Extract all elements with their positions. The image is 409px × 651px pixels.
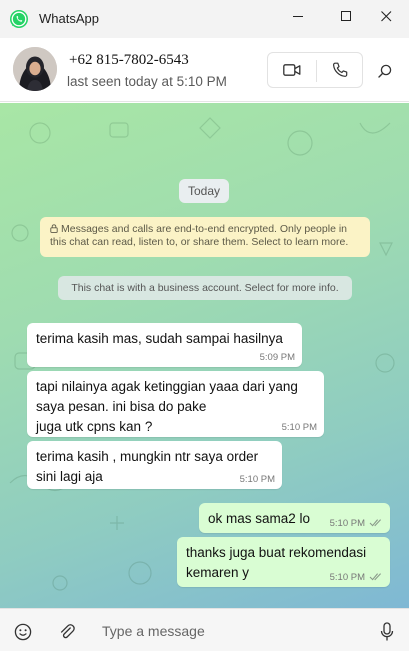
video-call-icon (283, 64, 301, 76)
message-time: 5:09 PM (259, 352, 295, 363)
read-ticks-icon (369, 573, 382, 581)
search-icon (378, 64, 392, 78)
business-account-notice[interactable]: This chat is with a business account. Se… (58, 276, 352, 300)
message-bubble-outgoing[interactable]: thanks juga buat rekomendasi kemaren y 5… (177, 537, 390, 587)
attach-button[interactable] (57, 622, 77, 642)
close-button[interactable] (363, 0, 409, 32)
message-time: 5:10 PM (239, 474, 275, 485)
chat-area[interactable]: Today Messages and calls are end-to-end … (0, 103, 409, 608)
message-text: ok mas sama2 lo (208, 511, 311, 526)
lock-icon (50, 224, 58, 233)
whatsapp-logo-icon (10, 10, 28, 28)
attach-icon (60, 624, 75, 639)
microphone-button[interactable] (378, 622, 396, 642)
microphone-icon (380, 622, 394, 641)
avatar[interactable] (13, 47, 57, 91)
encryption-notice-text: Messages and calls are end-to-end encryp… (50, 223, 349, 248)
read-ticks-icon (369, 519, 382, 527)
emoji-button[interactable] (13, 622, 33, 642)
voice-call-icon (333, 62, 348, 77)
message-text: terima kasih , mungkin ntr saya order si… (36, 449, 259, 484)
message-bubble-incoming[interactable]: terima kasih , mungkin ntr saya order si… (27, 441, 282, 489)
maximize-icon (340, 10, 351, 21)
emoji-icon (14, 623, 32, 641)
message-bubble-incoming[interactable]: terima kasih mas, sudah sampai hasilnya … (27, 323, 302, 367)
date-chip: Today (179, 179, 229, 203)
avatar-image (13, 47, 57, 91)
message-time: 5:10 PM (329, 572, 365, 583)
message-composer (0, 608, 409, 651)
chat-header: +62 815-7802-6543 last seen today at 5:1… (0, 38, 409, 102)
message-input[interactable] (96, 618, 356, 644)
message-text: terima kasih mas, sudah sampai hasilnya (36, 331, 283, 346)
minimize-button[interactable] (275, 0, 321, 32)
message-meta: 5:10 PM (330, 518, 383, 529)
title-bar: WhatsApp (0, 0, 409, 38)
message-time: 5:10 PM (329, 518, 365, 529)
call-buttons-group (267, 52, 363, 88)
message-meta: 5:10 PM (330, 572, 383, 583)
search-button[interactable] (374, 60, 396, 82)
message-bubble-incoming[interactable]: tapi nilainya agak ketinggian yaaa dari … (27, 371, 324, 437)
voice-call-button[interactable] (317, 53, 363, 87)
message-text: tapi nilainya agak ketinggian yaaa dari … (36, 379, 298, 434)
app-title: WhatsApp (39, 11, 99, 26)
minimize-icon (292, 15, 303, 17)
video-call-button[interactable] (268, 53, 316, 87)
message-bubble-outgoing[interactable]: ok mas sama2 lo 5:10 PM (199, 503, 390, 533)
contact-name[interactable]: +62 815-7802-6543 (69, 52, 189, 69)
close-icon (380, 10, 391, 21)
message-time: 5:10 PM (281, 422, 317, 433)
last-seen-status: last seen today at 5:10 PM (67, 74, 227, 89)
encryption-notice[interactable]: Messages and calls are end-to-end encryp… (40, 217, 370, 257)
